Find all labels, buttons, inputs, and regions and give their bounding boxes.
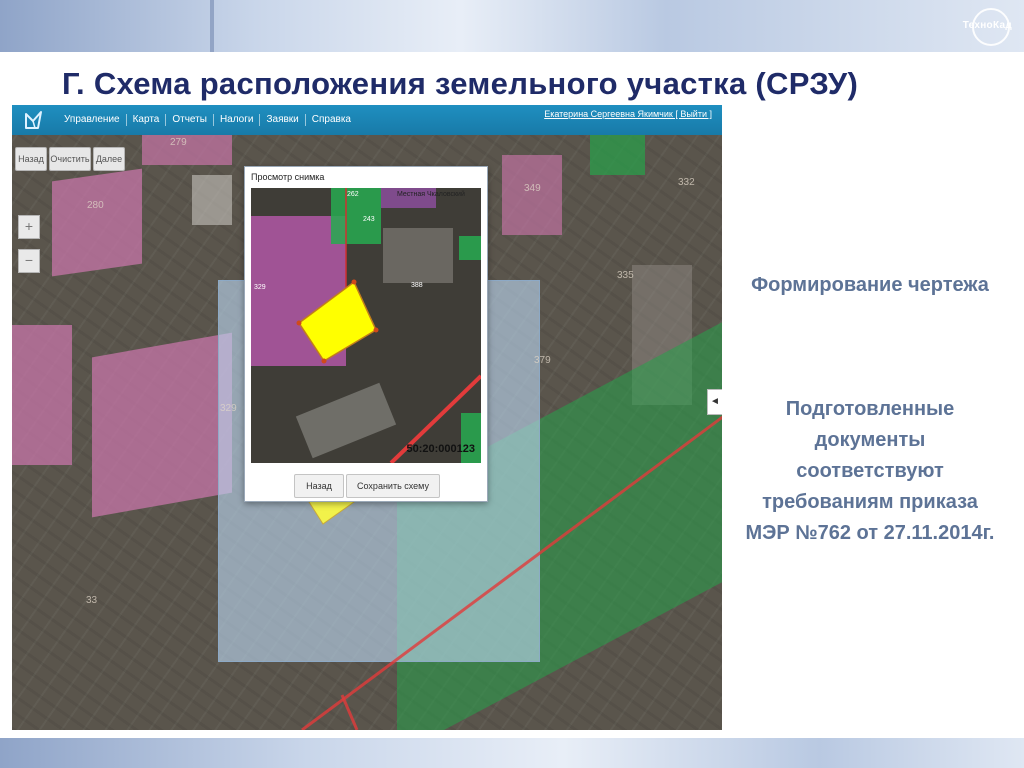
snapshot-preview-dialog: Просмотр снимка Местная Чкаловский 262 2… bbox=[244, 166, 488, 502]
top-decor-band bbox=[0, 0, 1024, 52]
road-boundary-line bbox=[340, 694, 359, 730]
parcel-number-label: 335 bbox=[617, 270, 634, 281]
parcel-number-label: 243 bbox=[363, 216, 375, 223]
parcel-number-label: 33 bbox=[86, 595, 98, 606]
menu-item-reports[interactable]: Отчеты bbox=[165, 114, 213, 126]
main-menu: Управление Карта Отчеты Налоги Заявки Сп… bbox=[58, 114, 357, 126]
logo-text: ТехноКад bbox=[962, 20, 1012, 31]
vertex-marker bbox=[296, 320, 302, 326]
snapshot-image: Местная Чкаловский 262 243 329 388 50:20… bbox=[251, 188, 481, 463]
side-panel-toggle[interactable]: ◄ bbox=[707, 389, 722, 415]
parcel-number-label: 349 bbox=[524, 183, 541, 194]
side-heading: Формирование чертежа bbox=[751, 274, 989, 296]
menu-item-map[interactable]: Карта bbox=[125, 114, 166, 126]
map-view[interactable]: 279 280 349 332 335 329 33 379 Назад Очи… bbox=[12, 135, 722, 730]
parcel-number-label: 279 bbox=[170, 137, 187, 148]
zoom-in-button[interactable]: + bbox=[18, 215, 40, 239]
menu-item-management[interactable]: Управление bbox=[58, 114, 126, 126]
slide-title: Г. Схема расположения земельного участка… bbox=[62, 66, 859, 101]
street-label: Местная Чкаловский bbox=[397, 191, 465, 198]
vertex-marker bbox=[351, 279, 357, 285]
parcel-number-label: 280 bbox=[87, 200, 104, 211]
side-description: Подготовленные документы соответствуют т… bbox=[745, 398, 995, 544]
app-toolbar: Управление Карта Отчеты Налоги Заявки Сп… bbox=[12, 105, 722, 135]
save-scheme-button[interactable]: Сохранить схему bbox=[346, 474, 440, 498]
dialog-title: Просмотр снимка bbox=[251, 172, 325, 182]
parcel-number-label: 379 bbox=[534, 355, 551, 366]
technokad-logo: ТехноКад bbox=[950, 6, 1014, 46]
map-back-button[interactable]: Назад bbox=[15, 147, 47, 171]
menu-item-help[interactable]: Справка bbox=[304, 114, 357, 126]
dialog-back-button[interactable]: Назад bbox=[294, 474, 344, 498]
bottom-decor-band bbox=[0, 738, 1024, 768]
menu-item-requests[interactable]: Заявки bbox=[259, 114, 304, 126]
map-clear-button[interactable]: Очистить bbox=[49, 147, 91, 171]
parcel-number-label: 332 bbox=[678, 177, 695, 188]
gis-app-screenshot: Управление Карта Отчеты Налоги Заявки Сп… bbox=[12, 105, 722, 730]
parcel-number-label: 329 bbox=[254, 284, 266, 291]
cadastral-number-label: 50:20:000123 bbox=[406, 443, 475, 455]
vertex-marker bbox=[373, 327, 379, 333]
menu-item-taxes[interactable]: Налоги bbox=[212, 114, 260, 126]
yellow-parcel-shape bbox=[297, 280, 377, 363]
parcel-number-label: 262 bbox=[347, 191, 359, 198]
snapshot-vector-layer bbox=[296, 188, 481, 463]
map-next-button[interactable]: Далее bbox=[93, 147, 125, 171]
parcel-number-label: 388 bbox=[411, 282, 423, 289]
parcel-number-label: 329 bbox=[220, 403, 237, 414]
app-logo-icon bbox=[25, 111, 42, 129]
zoom-out-button[interactable]: − bbox=[18, 249, 40, 273]
vertex-marker bbox=[321, 358, 327, 364]
user-logout-link[interactable]: Екатерина Сергеевна Якимчик [ Выйти ] bbox=[544, 109, 712, 119]
